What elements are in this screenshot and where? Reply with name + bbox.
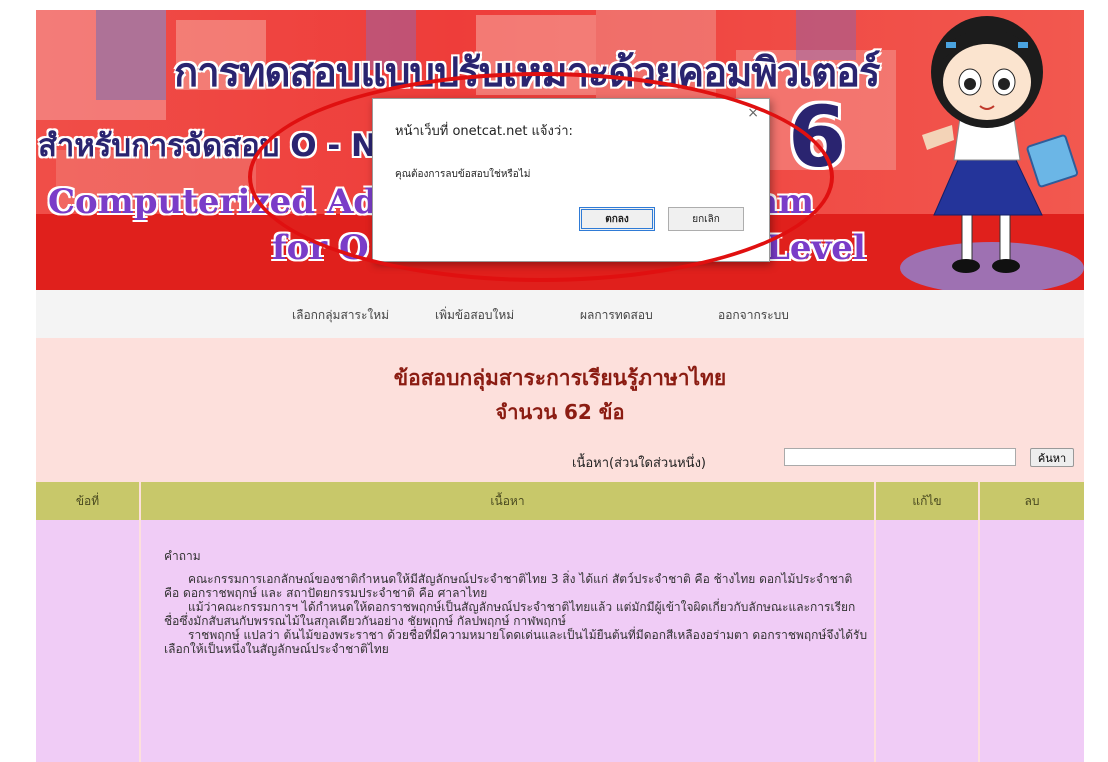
page-title: ข้อสอบกลุ่มสาระการเรียนรู้ภาษาไทย [393, 366, 727, 390]
questions-table: ข้อที่ เนื้อหา แก้ไข ลบ คำถาม คณะกรรมการ… [36, 482, 1084, 762]
nav-add-question[interactable]: เพิ่มข้อสอบใหม่ [435, 306, 514, 325]
search-input[interactable] [784, 448, 1016, 466]
question-paragraph: ราชพฤกษ์ แปลว่า ต้นไม้ของพระราชา ด้วยชื่… [164, 628, 868, 656]
cell-edit[interactable] [875, 520, 980, 762]
banner-grade-number: 6 [788, 88, 847, 186]
student-mascot-illustration [900, 16, 1084, 290]
ok-button[interactable]: ตกลง [579, 207, 655, 231]
search-label: เนื้อหา(ส่วนใดส่วนหนึ่ง) [572, 456, 706, 471]
question-text: คณะกรรมการเอกลักษณ์ของชาติกำหนดให้มีสัญล… [164, 572, 869, 656]
main-nav: เลือกกลุ่มสาระใหม่ เพิ่มข้อสอบใหม่ ผลการ… [36, 290, 1084, 338]
question-label: คำถาม [164, 549, 201, 563]
banner-english-line2-end: Level [766, 228, 866, 268]
column-header-delete: ลบ [979, 482, 1084, 520]
question-count: จำนวน 62 ข้อ [495, 400, 625, 424]
main-content: ข้อสอบกลุ่มสาระการเรียนรู้ภาษาไทย จำนวน … [36, 338, 1084, 762]
nav-select-subject[interactable]: เลือกกลุ่มสาระใหม่ [292, 306, 389, 325]
column-header-number: ข้อที่ [36, 482, 141, 520]
cancel-button[interactable]: ยกเลิก [668, 207, 744, 231]
close-icon[interactable]: × [747, 105, 759, 121]
banner-english-line1-start: Computerized Ad [48, 182, 378, 222]
column-header-edit: แก้ไข [875, 482, 980, 520]
cell-content: คำถาม คณะกรรมการเอกลักษณ์ของชาติกำหนดให้… [140, 520, 876, 762]
nav-test-results[interactable]: ผลการทดสอบ [580, 306, 653, 325]
table-row: คำถาม คณะกรรมการเอกลักษณ์ของชาติกำหนดให้… [36, 520, 1084, 762]
dialog-message: คุณต้องการลบข้อสอบใช่หรือไม่ [395, 169, 531, 180]
banner-english-line2-start: for O [272, 228, 369, 268]
dialog-title: หน้าเว็บที่ onetcat.net แจ้งว่า: [395, 124, 573, 139]
banner-title: การทดสอบแบบปรับเหมาะด้วยคอมพิวเตอร์ [174, 50, 881, 96]
banner-subtitle: สำหรับการจัดสอบ O - N [38, 128, 377, 164]
cell-delete[interactable] [979, 520, 1084, 762]
search-button[interactable]: ค้นหา [1030, 448, 1074, 467]
confirm-dialog: หน้าเว็บที่ onetcat.net แจ้งว่า: × คุณต้… [372, 98, 770, 262]
cell-number [36, 520, 141, 762]
column-header-content: เนื้อหา [140, 482, 876, 520]
nav-logout[interactable]: ออกจากระบบ [718, 306, 789, 325]
question-paragraph: แม้ว่าคณะกรรมการฯ ได้กำหนดให้ดอกราชพฤกษ์… [164, 600, 856, 628]
question-paragraph: คณะกรรมการเอกลักษณ์ของชาติกำหนดให้มีสัญล… [164, 572, 853, 600]
